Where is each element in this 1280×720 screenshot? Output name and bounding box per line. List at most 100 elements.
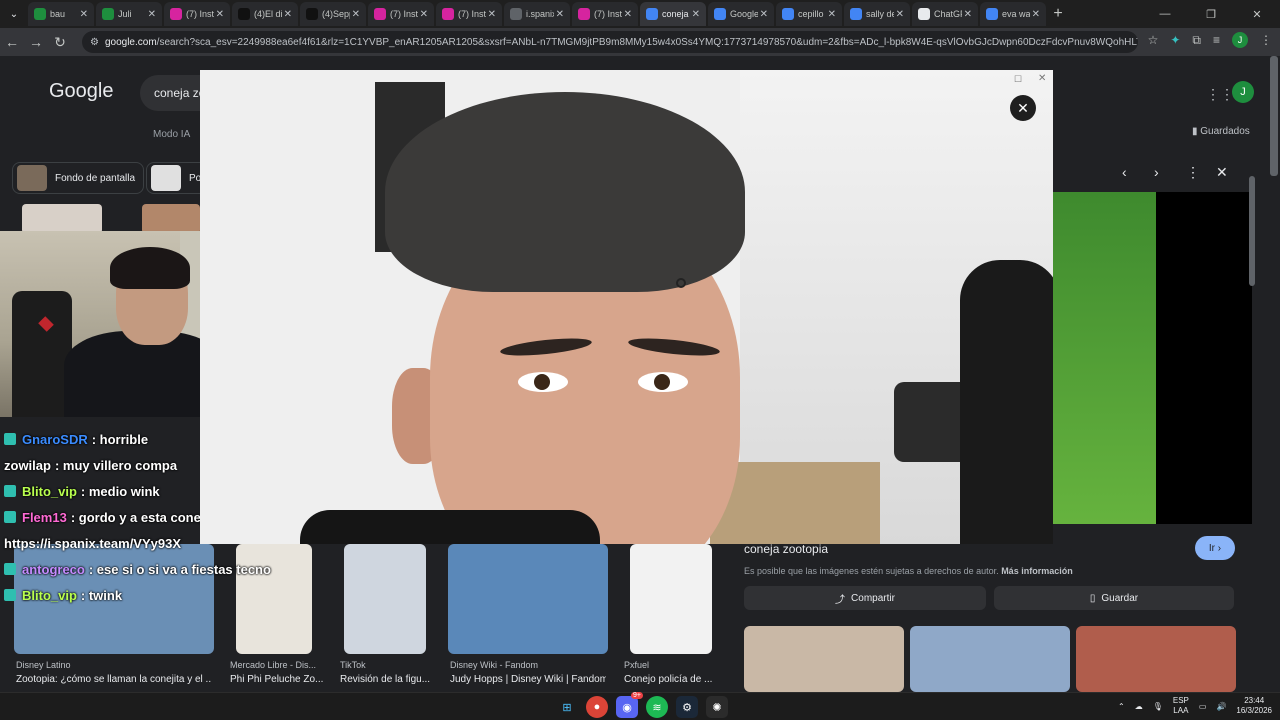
browser-tab[interactable]: (4)Sepp✕ [300, 2, 366, 26]
profile-avatar[interactable]: J [1232, 32, 1248, 48]
browser-tab[interactable]: Juli ✕ [96, 2, 162, 26]
result-source[interactable]: Pxfuel [624, 660, 649, 670]
panel-scrollbar-thumb[interactable] [1249, 176, 1255, 286]
browser-tab[interactable]: coneja ✕ [640, 2, 706, 26]
browser-tab[interactable]: cepillo ✕ [776, 2, 842, 26]
user-avatar[interactable]: J [1232, 81, 1254, 103]
close-small-icon[interactable]: ✕ [1038, 73, 1046, 84]
result-source[interactable]: Disney Wiki - Fandom [450, 660, 538, 670]
tray-expand-icon[interactable]: ⌃ [1118, 702, 1125, 711]
result-title[interactable]: Phi Phi Peluche Zo... [230, 674, 326, 685]
browser-tab[interactable]: ChatGP✕ [912, 2, 978, 26]
tab-close-icon[interactable]: ✕ [760, 9, 768, 20]
browser-tab[interactable]: (7) Inst ✕ [436, 2, 502, 26]
tab-close-icon[interactable]: ✕ [828, 9, 836, 20]
tab-close-icon[interactable]: ✕ [488, 9, 496, 20]
browser-tab[interactable]: bau ✕ [28, 2, 94, 26]
more-options-icon[interactable]: ⋮ [1186, 164, 1200, 181]
result-source[interactable]: Disney Latino [16, 660, 71, 670]
chrome-menu-icon[interactable]: ⋮ [1260, 33, 1272, 47]
extension-icon[interactable]: ✦ [1170, 33, 1180, 47]
more-info-link[interactable]: Más información [1001, 566, 1073, 576]
result-title[interactable]: Judy Hopps | Disney Wiki | Fandom [450, 674, 606, 685]
new-tab-button[interactable]: + [1048, 4, 1068, 24]
extensions-puzzle-icon[interactable]: ⧉ [1192, 33, 1201, 48]
tab-close-icon[interactable]: ✕ [624, 9, 632, 20]
tab-close-icon[interactable]: ✕ [692, 9, 700, 20]
page-scrollbar[interactable] [1270, 56, 1278, 176]
browser-tab[interactable]: eva wa ✕ [980, 2, 1046, 26]
address-bar[interactable]: ⚙ google.com/search?sca_esv=2249988ea6ef… [82, 31, 1138, 53]
media-controls-icon[interactable]: ≡ [1213, 33, 1220, 47]
onedrive-icon[interactable]: ☁ [1135, 702, 1143, 711]
related-thumbnail[interactable] [1076, 626, 1236, 692]
browser-tab[interactable]: i.spanix ✕ [504, 2, 570, 26]
result-title[interactable]: Revisión de la figu... [340, 674, 432, 685]
result-thumbnail[interactable] [22, 204, 102, 234]
result-source[interactable]: Mercado Libre - Dis... [230, 660, 316, 670]
saved-link[interactable]: ▮ Guardados [1192, 126, 1250, 137]
clock[interactable]: 23:44 16/3/2026 [1236, 696, 1272, 716]
close-window-icon[interactable]: ✕ [1234, 8, 1280, 21]
tab-close-icon[interactable]: ✕ [80, 9, 88, 20]
taskbar-apps: ⊞ ● ◉ 9+ ≋ ⚙ ✺ [556, 692, 728, 718]
restore-icon[interactable]: ❐ [1188, 8, 1234, 21]
tab-modo-ia[interactable]: Modo IA [153, 129, 190, 140]
tab-close-icon[interactable]: ✕ [352, 9, 360, 20]
chrome-icon[interactable]: ● [586, 696, 608, 718]
tab-close-icon[interactable]: ✕ [896, 9, 904, 20]
tab-close-icon[interactable]: ✕ [284, 9, 292, 20]
result-title[interactable]: Zootopia: ¿cómo se llaman la conejita y … [16, 674, 212, 685]
chip-fondo-de-pantalla[interactable]: Fondo de pantalla [12, 162, 145, 194]
result-title[interactable]: Conejo policía de ... [624, 674, 714, 685]
browser-tab[interactable]: (7) Inst ✕ [368, 2, 434, 26]
minimize-icon[interactable]: — [1142, 8, 1188, 20]
windows-start-icon[interactable]: ⊞ [556, 696, 578, 718]
google-apps-icon[interactable]: ⋮⋮ [1206, 86, 1234, 103]
bookmark-star-icon[interactable]: ☆ [1148, 33, 1159, 47]
save-button[interactable]: ▯ Guardar [994, 586, 1234, 610]
result-thumbnail[interactable] [142, 204, 200, 234]
browser-tab[interactable]: (7) Inst ✕ [164, 2, 230, 26]
image-lightbox[interactable] [200, 70, 1053, 544]
tab-close-icon[interactable]: ✕ [556, 9, 564, 20]
related-thumbnail[interactable] [744, 626, 904, 692]
browser-tab[interactable]: (4)El di ✕ [232, 2, 298, 26]
prev-image-icon[interactable]: ‹ [1122, 164, 1127, 180]
tab-search-button[interactable]: ⌄ [4, 4, 24, 24]
volume-icon[interactable]: 🔊 [1216, 702, 1226, 711]
language-indicator[interactable]: ESP LAA [1173, 696, 1189, 716]
preview-title[interactable]: coneja zootopia [744, 542, 828, 556]
result-source[interactable]: TikTok [340, 660, 366, 670]
next-image-icon[interactable]: › [1154, 164, 1159, 180]
browser-tab[interactable]: sally de ✕ [844, 2, 910, 26]
browser-tab[interactable]: Google ✕ [708, 2, 774, 26]
related-thumbnail[interactable] [910, 626, 1070, 692]
browser-tab[interactable]: (7) Inst ✕ [572, 2, 638, 26]
tab-close-icon[interactable]: ✕ [1032, 9, 1040, 20]
close-panel-icon[interactable]: ✕ [1216, 164, 1228, 181]
network-icon[interactable]: ▭ [1199, 702, 1207, 711]
close-lightbox-button[interactable]: ✕ [1010, 95, 1036, 121]
steam-icon[interactable]: ⚙ [676, 696, 698, 718]
maximize-icon[interactable]: ☐ [1014, 74, 1022, 85]
panel-scrollbar[interactable] [1248, 160, 1256, 672]
result-image[interactable] [344, 544, 426, 654]
result-image[interactable] [630, 544, 712, 654]
back-icon[interactable]: ← [0, 34, 24, 50]
reload-icon[interactable]: ↻ [48, 34, 72, 51]
tab-close-icon[interactable]: ✕ [420, 9, 428, 20]
discord-icon[interactable]: ◉ 9+ [616, 692, 643, 718]
result-image[interactable] [448, 544, 608, 654]
visit-button[interactable]: Ir › [1195, 536, 1235, 560]
google-logo[interactable]: Google [49, 80, 114, 103]
tab-close-icon[interactable]: ✕ [148, 9, 156, 20]
forward-icon[interactable]: → [24, 34, 48, 50]
tab-close-icon[interactable]: ✕ [964, 9, 972, 20]
microphone-icon[interactable]: 🎙 [1153, 702, 1163, 711]
share-button[interactable]: ⤴ Compartir [744, 586, 986, 610]
site-info-icon[interactable]: ⚙ [90, 37, 99, 48]
spotify-icon[interactable]: ≋ [646, 696, 668, 718]
app-icon[interactable]: ✺ [706, 696, 728, 718]
tab-close-icon[interactable]: ✕ [216, 9, 224, 20]
